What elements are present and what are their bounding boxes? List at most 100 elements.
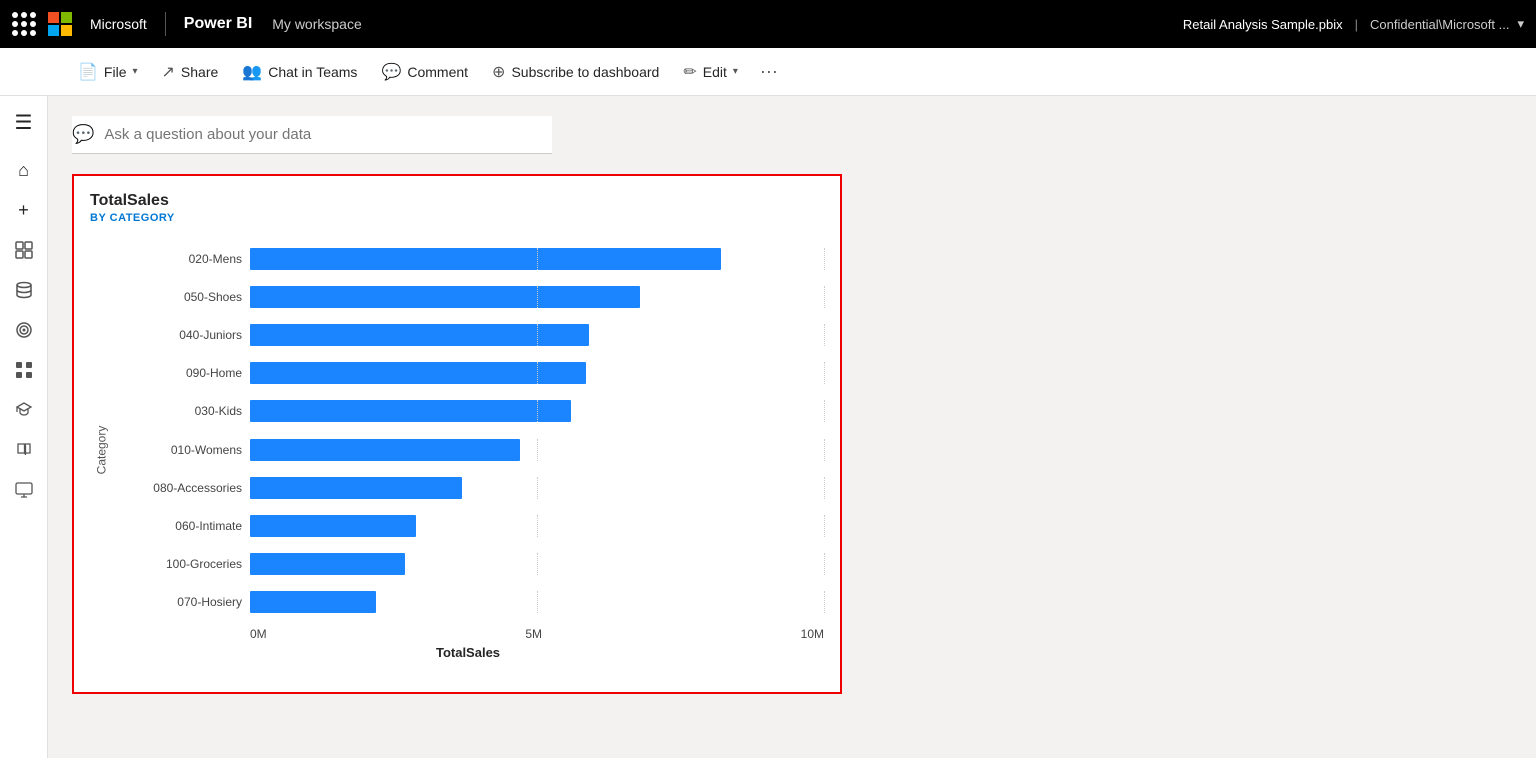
sidebar-hamburger[interactable]: ☰ xyxy=(6,104,42,140)
sidebar-item-apps[interactable] xyxy=(6,352,42,388)
bar-track xyxy=(250,515,824,537)
bar-row: 070-Hosiery xyxy=(112,591,824,613)
y-axis-label: Category xyxy=(94,426,108,475)
bar-track xyxy=(250,362,824,384)
edit-icon: ✏ xyxy=(683,62,696,82)
comment-icon: 💬 xyxy=(381,62,401,82)
sidebar-item-goals[interactable] xyxy=(6,312,42,348)
bar-track xyxy=(250,477,824,499)
bar-track xyxy=(250,553,824,575)
powerbi-label: Power BI xyxy=(184,15,252,33)
edit-label: Edit xyxy=(703,64,727,80)
file-menu[interactable]: 📄 File ▾ xyxy=(68,56,148,88)
file-chevron-icon: ▾ xyxy=(132,66,137,77)
sidebar-item-learn[interactable] xyxy=(6,392,42,428)
sidebar-item-data[interactable] xyxy=(6,272,42,308)
more-options-button[interactable]: ··· xyxy=(752,55,786,88)
chart-title: TotalSales xyxy=(90,192,824,210)
sidebar-item-browse[interactable] xyxy=(6,232,42,268)
sidebar: ☰ ⌂ + xyxy=(0,96,48,758)
bar-track xyxy=(250,324,824,346)
bar-fill xyxy=(250,362,586,384)
bar-track xyxy=(250,286,824,308)
topbar-right: Retail Analysis Sample.pbix | Confidenti… xyxy=(1183,16,1524,32)
qa-bar[interactable]: 💬 xyxy=(72,116,552,154)
topbar: Microsoft Power BI My workspace Retail A… xyxy=(0,0,1536,48)
x-tick: 10M xyxy=(801,627,824,641)
bar-row: 050-Shoes xyxy=(112,286,824,308)
file-label: File xyxy=(104,64,127,80)
bar-label: 010-Womens xyxy=(112,443,242,457)
bar-label: 090-Home xyxy=(112,366,242,380)
comment-button[interactable]: 💬 Comment xyxy=(371,56,478,88)
x-tick: 0M xyxy=(250,627,267,641)
y-axis-label-wrap: Category xyxy=(90,240,112,660)
bar-row: 100-Groceries xyxy=(112,553,824,575)
edit-button[interactable]: ✏ Edit ▾ xyxy=(673,56,748,88)
bar-fill xyxy=(250,553,405,575)
file-icon: 📄 xyxy=(78,62,98,82)
bar-row: 080-Accessories xyxy=(112,477,824,499)
qa-icon: 💬 xyxy=(72,124,94,145)
topbar-chevron-icon[interactable]: ▾ xyxy=(1517,16,1524,32)
subscribe-icon: ⊕ xyxy=(492,62,505,82)
bar-track xyxy=(250,248,824,270)
share-label: Share xyxy=(181,64,218,80)
app-launcher[interactable] xyxy=(12,12,36,36)
bar-label: 030-Kids xyxy=(112,404,242,418)
bar-row: 040-Juniors xyxy=(112,324,824,346)
bar-fill xyxy=(250,477,462,499)
sidebar-item-monitor[interactable] xyxy=(6,472,42,508)
microsoft-label: Microsoft xyxy=(90,16,147,32)
bar-fill xyxy=(250,591,376,613)
chat-in-teams-button[interactable]: 👥 Chat in Teams xyxy=(232,56,367,88)
sidebar-item-create[interactable]: + xyxy=(6,192,42,228)
bar-label: 060-Intimate xyxy=(112,519,242,533)
share-icon: ↗ xyxy=(162,62,175,82)
confidential-label: Confidential\Microsoft ... xyxy=(1370,17,1509,32)
bar-label: 100-Groceries xyxy=(112,557,242,571)
subscribe-label: Subscribe to dashboard xyxy=(511,64,659,80)
bar-fill xyxy=(250,515,416,537)
x-tick: 5M xyxy=(525,627,542,641)
bar-row: 030-Kids xyxy=(112,400,824,422)
bar-fill xyxy=(250,400,571,422)
subscribe-button[interactable]: ⊕ Subscribe to dashboard xyxy=(482,56,669,88)
chat-label: Chat in Teams xyxy=(268,64,357,80)
bar-row: 060-Intimate xyxy=(112,515,824,537)
bar-track xyxy=(250,591,824,613)
bar-label: 040-Juniors xyxy=(112,328,242,342)
x-axis-label: TotalSales xyxy=(112,645,824,660)
topbar-divider xyxy=(165,12,166,36)
chart-inner: 020-Mens 050-Shoes 040-Juniors 090-Home 030-… xyxy=(112,240,824,660)
main-layout: ☰ ⌂ + 💬 TotalSal xyxy=(0,96,1536,758)
edit-chevron-icon: ▾ xyxy=(733,66,738,77)
bars-area: 020-Mens 050-Shoes 040-Juniors 090-Home 030-… xyxy=(112,240,824,621)
bar-row: 090-Home xyxy=(112,362,824,384)
sidebar-item-read[interactable] xyxy=(6,432,42,468)
bar-label: 020-Mens xyxy=(112,252,242,266)
bar-fill xyxy=(250,248,721,270)
bar-track xyxy=(250,400,824,422)
bar-label: 070-Hosiery xyxy=(112,595,242,609)
comment-label: Comment xyxy=(407,64,468,80)
chart-card: TotalSales BY CATEGORY Category 020-Mens… xyxy=(72,174,842,694)
bar-row: 010-Womens xyxy=(112,439,824,461)
content-area: 💬 TotalSales BY CATEGORY Category 020-Me… xyxy=(48,96,1536,758)
share-button[interactable]: ↗ Share xyxy=(152,56,229,88)
bar-row: 020-Mens xyxy=(112,248,824,270)
bar-track xyxy=(250,439,824,461)
teams-icon: 👥 xyxy=(242,62,262,82)
bar-fill xyxy=(250,439,520,461)
filename-label: Retail Analysis Sample.pbix xyxy=(1183,17,1343,32)
chart-subtitle: BY CATEGORY xyxy=(90,212,824,224)
microsoft-logo xyxy=(48,12,72,36)
sidebar-item-home[interactable]: ⌂ xyxy=(6,152,42,188)
bar-fill xyxy=(250,286,640,308)
bar-chart: Category 020-Mens 050-Shoes 040-Juniors 090… xyxy=(90,240,824,660)
topbar-pipe: | xyxy=(1355,17,1358,32)
qa-input[interactable] xyxy=(104,126,552,143)
bar-label: 050-Shoes xyxy=(112,290,242,304)
bar-label: 080-Accessories xyxy=(112,481,242,495)
toolbar: 📄 File ▾ ↗ Share 👥 Chat in Teams 💬 Comme… xyxy=(0,48,1536,96)
